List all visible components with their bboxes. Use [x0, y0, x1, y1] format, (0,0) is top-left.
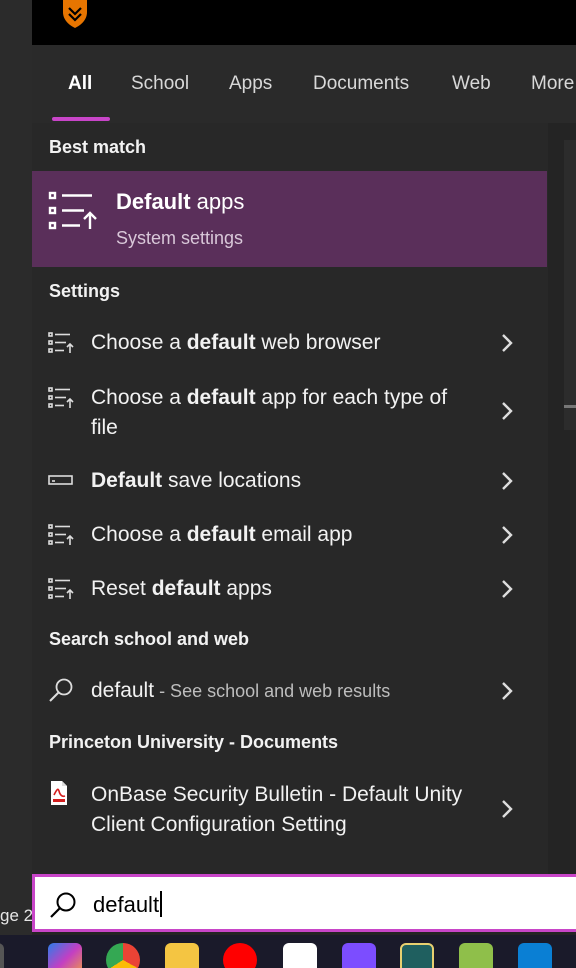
- default-apps-icon: [48, 387, 74, 408]
- chrome-icon[interactable]: [106, 943, 140, 968]
- vscode-icon[interactable]: [518, 943, 552, 968]
- tab-apps[interactable]: Apps: [229, 73, 272, 95]
- taskbar: [0, 935, 576, 968]
- tab-more[interactable]: More: [531, 73, 574, 95]
- search-panel: All School Apps Documents Web More Best …: [32, 0, 576, 968]
- settings-item-email-app[interactable]: Choose a default email app: [32, 518, 547, 552]
- pdf-icon: [51, 781, 67, 805]
- settings-item-save-locations[interactable]: Default save locations: [32, 464, 547, 498]
- text-caret: [160, 891, 162, 917]
- background-window-text: ge 2 c: [0, 906, 32, 925]
- search-icon: [50, 892, 76, 918]
- search-icon: [49, 678, 73, 702]
- active-tab-indicator: [52, 117, 110, 121]
- search-box[interactable]: default: [32, 874, 576, 932]
- notepad-icon[interactable]: [459, 943, 493, 968]
- documents-heading: Princeton University - Documents: [49, 732, 339, 752]
- best-match-subtitle: System settings: [116, 228, 244, 248]
- settings-item-label: Default save locations: [91, 469, 302, 492]
- chevron-right-icon: [502, 682, 513, 700]
- search-header: [32, 0, 576, 45]
- tab-web[interactable]: Web: [452, 73, 491, 95]
- chevron-right-icon: [502, 580, 513, 598]
- settings-item-app-per-file-type[interactable]: Choose a default app for each type of fi…: [32, 381, 547, 443]
- copilot-icon[interactable]: [48, 943, 82, 968]
- settings-item-label: Choose a default web browser: [91, 331, 381, 354]
- web-search-label: default - See school and web results: [91, 679, 391, 702]
- youtube-music-icon[interactable]: [223, 943, 257, 968]
- chevron-right-icon: [502, 800, 513, 818]
- best-match-title: Default apps: [116, 189, 245, 214]
- best-match-item[interactable]: Default apps System settings: [32, 171, 547, 267]
- document-item[interactable]: OnBase Security Bulletin - Default Unity…: [32, 778, 547, 842]
- document-title: OnBase Security Bulletin - Default Unity…: [91, 783, 463, 836]
- best-match-heading: Best match: [49, 137, 147, 157]
- obsidian-icon[interactable]: [342, 943, 376, 968]
- default-apps-icon: [48, 191, 97, 230]
- princeton-shield-icon: [63, 0, 87, 28]
- settings-heading: Settings: [49, 281, 121, 301]
- default-apps-icon: [48, 332, 74, 353]
- start-button-icon[interactable]: [0, 943, 4, 968]
- chevron-right-icon: [502, 472, 513, 490]
- scrollbar-track[interactable]: [564, 140, 576, 430]
- chevron-right-icon: [502, 402, 513, 420]
- web-search-item[interactable]: default - See school and web results: [32, 674, 547, 708]
- search-input[interactable]: default: [93, 891, 162, 918]
- tab-documents[interactable]: Documents: [313, 73, 409, 95]
- default-apps-icon: [48, 524, 74, 545]
- chevron-right-icon: [502, 526, 513, 544]
- settings-item-label: Choose a default app for each type of fi…: [91, 386, 448, 439]
- background-window: [0, 0, 32, 968]
- file-explorer-icon[interactable]: [165, 943, 199, 968]
- default-apps-icon: [48, 578, 74, 599]
- tab-all[interactable]: All: [68, 73, 92, 95]
- settings-item-label: Choose a default email app: [91, 523, 353, 546]
- storage-icon: [48, 475, 73, 485]
- settings-item-reset-apps[interactable]: Reset default apps: [32, 572, 547, 606]
- scrollbar-thumb[interactable]: [564, 405, 576, 408]
- web-heading: Search school and web: [49, 629, 250, 649]
- settings-item-label: Reset default apps: [91, 577, 272, 600]
- clock-app-icon[interactable]: [400, 943, 434, 968]
- search-tabs: All School Apps Documents Web More: [32, 45, 576, 123]
- chevron-right-icon: [502, 334, 513, 352]
- settings-item-web-browser[interactable]: Choose a default web browser: [32, 326, 547, 360]
- tab-school[interactable]: School: [131, 73, 189, 95]
- notion-icon[interactable]: [283, 943, 317, 968]
